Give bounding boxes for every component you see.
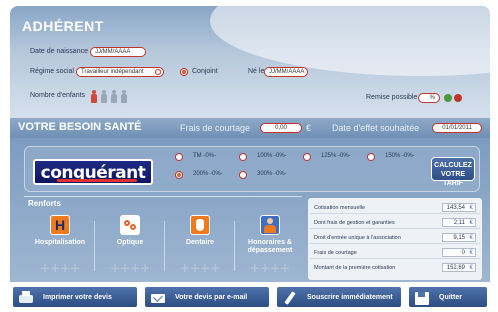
envelope-icon <box>149 290 167 306</box>
option-125-radio[interactable] <box>303 153 311 161</box>
divider <box>94 221 95 271</box>
cotisation-label: Frais de courtage <box>314 250 357 256</box>
chevron-down-icon <box>155 69 161 75</box>
cotisation-label: Cotisation mensuelle <box>314 205 366 211</box>
quit-label: Quitter <box>439 294 462 301</box>
option-label: 100% -0%- <box>257 153 287 159</box>
besoin-title: VOTRE BESOIN SANTÉ <box>18 121 142 133</box>
hospital-icon: H <box>50 215 70 235</box>
doctor-icon <box>260 215 280 235</box>
cotisation-row: Cotisation mensuelle 143,54 <box>310 202 480 214</box>
option-label: 300% -0%- <box>257 171 287 177</box>
subscribe-button[interactable]: Souscrire immédiatement <box>276 286 402 308</box>
cotisation-row: Montant de la première cotisation 152,69 <box>310 262 480 274</box>
renforts-title: Renforts <box>28 199 61 208</box>
plus-level-icons[interactable]: ++++ <box>172 261 228 275</box>
plus-level-icons[interactable]: ++++ <box>242 261 298 275</box>
child-icon[interactable] <box>120 90 128 104</box>
ne-le-label: Né le <box>248 68 265 75</box>
regime-label: Régime social <box>30 68 74 75</box>
conquerant-logo: conquérant <box>33 159 153 185</box>
conjoint-label: Conjoint <box>192 68 218 75</box>
option-tm-radio[interactable] <box>175 153 183 161</box>
option-label: TM -0%- <box>193 153 216 159</box>
renfort-hospitalisation[interactable]: H Hospitalisation ++++ <box>26 215 94 275</box>
renfort-optique[interactable]: Optique ++++ <box>96 215 164 275</box>
subscribe-label: Souscrire immédiatement <box>307 294 393 301</box>
regime-value: Travailleur indépendant <box>81 69 144 75</box>
birth-date-input[interactable]: JJ/MM/AAAA <box>90 47 146 57</box>
minus-icon[interactable] <box>454 94 462 102</box>
child-icon-selected[interactable] <box>90 90 98 104</box>
renfort-honoraires[interactable]: Honoraires & dépassement ++++ <box>236 215 304 275</box>
cotisation-row: Droit d'entrée unique à l'association 9,… <box>310 232 480 244</box>
calculate-label-2: VOTRE TARIF <box>440 171 466 187</box>
plus-level-icons[interactable]: ++++ <box>102 261 158 275</box>
child-icon[interactable] <box>110 90 118 104</box>
option-label: 200% -0%- <box>193 171 223 177</box>
option-200-radio[interactable] <box>175 171 183 179</box>
calculate-label-1: CALCULEZ <box>434 162 472 169</box>
plus-icon[interactable] <box>444 94 452 102</box>
option-100-radio[interactable] <box>239 153 247 161</box>
child-icon[interactable] <box>100 90 108 104</box>
option-label: 150% -0%- <box>385 153 415 159</box>
frais-label: Frais de courtage <box>180 123 251 133</box>
cotisation-value: 152,69 <box>442 263 476 272</box>
cotisation-value: 0 <box>442 248 476 257</box>
birth-label: Date de naissance <box>30 48 88 55</box>
action-bar: Imprimer votre devis Votre devis par e-m… <box>10 286 490 308</box>
date-effet-label: Date d'effet souhaitée <box>332 123 420 133</box>
option-300-radio[interactable] <box>239 171 247 179</box>
remise-label: Remise possible <box>366 94 418 101</box>
email-button[interactable]: Votre devis par e-mail <box>144 286 270 308</box>
offer-box: conquérant TM -0%- 100% -0%- 125% -0%- 1… <box>24 146 480 192</box>
cotisation-value: 9,15 <box>442 233 476 242</box>
option-150-radio[interactable] <box>367 153 375 161</box>
children-label: Nombre d'enfants <box>30 92 86 99</box>
tooth-icon <box>190 215 210 235</box>
offer-panel: conquérant TM -0%- 100% -0%- 125% -0%- 1… <box>10 138 490 282</box>
remise-input[interactable]: % <box>418 93 440 103</box>
glasses-icon <box>120 215 140 235</box>
cotisation-row: Dont frais de gestion et garanties 2,11 <box>310 217 480 229</box>
email-label: Votre devis par e-mail <box>175 294 248 301</box>
divider <box>164 221 165 271</box>
printer-icon <box>17 290 35 306</box>
cotisation-label: Droit d'entrée unique à l'association <box>314 235 401 241</box>
decorative-wave <box>210 6 490 76</box>
besoin-band: VOTRE BESOIN SANTÉ Frais de courtage 0,0… <box>10 118 490 138</box>
regime-select[interactable]: Travailleur indépendant <box>76 67 164 77</box>
frais-input[interactable]: 0,00 <box>260 123 302 133</box>
logo-swoosh <box>57 179 137 182</box>
date-effet-input[interactable]: 01/01/2011 <box>432 123 482 133</box>
plus-level-icons[interactable]: ++++ <box>32 261 88 275</box>
pen-icon <box>281 290 299 306</box>
print-label: Imprimer votre devis <box>43 294 112 301</box>
quit-button[interactable]: Quitter <box>408 286 488 308</box>
renfort-dentaire[interactable]: Dentaire ++++ <box>166 215 234 275</box>
cotisation-value: 143,54 <box>442 203 476 212</box>
app-frame: ADHÉRENT Date de naissance JJ/MM/AAAA Ré… <box>10 6 490 308</box>
cotisation-value: 2,11 <box>442 218 476 227</box>
cotisation-label: Montant de la première cotisation <box>314 265 396 271</box>
option-label: 125% -0%- <box>321 153 351 159</box>
frais-unit: € <box>306 123 312 133</box>
print-button[interactable]: Imprimer votre devis <box>12 286 138 308</box>
renforts-section: Renforts H Hospitalisation ++++ Optique … <box>24 196 302 276</box>
cotisation-label: Dont frais de gestion et garanties <box>314 220 395 226</box>
renfort-label: Honoraires & dépassement <box>247 239 293 254</box>
adherent-title: ADHÉRENT <box>22 18 104 34</box>
save-disk-icon <box>413 290 431 306</box>
renfort-label: Hospitalisation <box>34 239 86 246</box>
conjoint-birth-input[interactable]: JJ/MM/AAAA <box>264 67 308 77</box>
renfort-label: Dentaire <box>185 239 214 246</box>
renfort-label: Optique <box>116 239 144 246</box>
divider <box>234 221 235 271</box>
conjoint-radio[interactable] <box>180 68 188 76</box>
adherent-panel: ADHÉRENT Date de naissance JJ/MM/AAAA Ré… <box>10 6 490 124</box>
calculate-button[interactable]: CALCULEZ VOTRE TARIF <box>431 157 475 187</box>
cotisation-row: Frais de courtage 0 <box>310 247 480 259</box>
cotisation-table: Cotisation mensuelle 143,54 Dont frais d… <box>308 198 482 280</box>
